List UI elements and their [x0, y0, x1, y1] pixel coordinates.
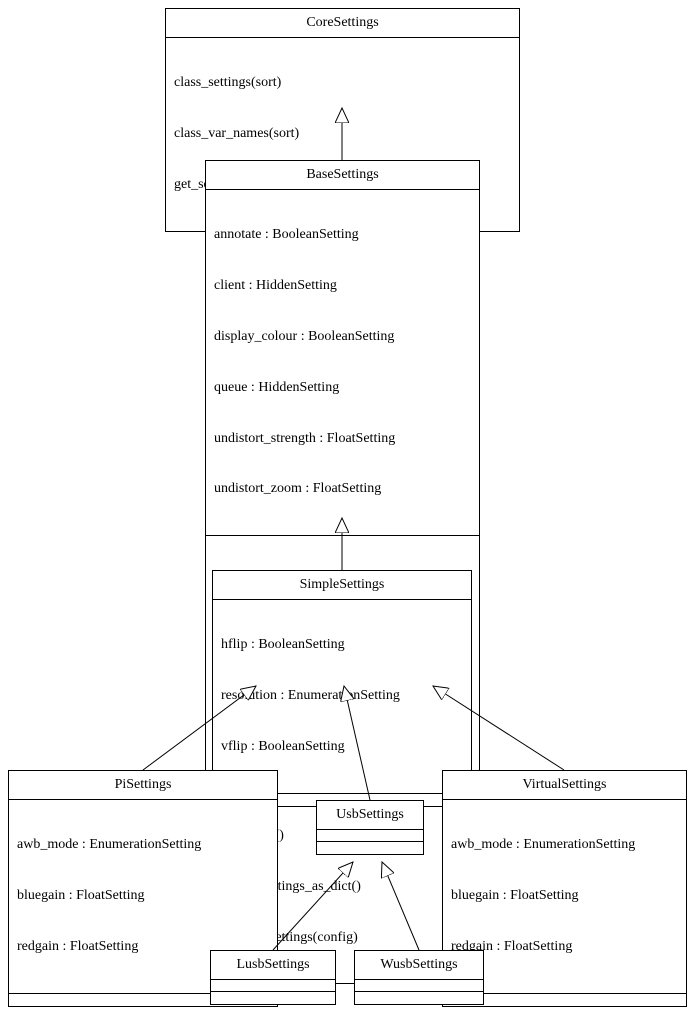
attribute: queue : HiddenSetting: [214, 379, 471, 398]
class-wusb-settings: WusbSettings: [354, 950, 484, 1005]
class-title: CoreSettings: [166, 9, 519, 38]
class-title: WusbSettings: [355, 951, 483, 980]
attribute: bluegain : FloatSetting: [451, 887, 678, 906]
class-attributes: [355, 980, 483, 992]
uml-diagram: CoreSettings class_settings(sort) class_…: [0, 0, 691, 1030]
class-attributes: annotate : BooleanSetting client : Hidde…: [206, 190, 479, 536]
attribute: awb_mode : EnumerationSetting: [451, 836, 678, 855]
class-attributes: [317, 830, 423, 842]
class-methods: [317, 842, 423, 854]
class-title: BaseSettings: [206, 161, 479, 190]
attribute: bluegain : FloatSetting: [17, 887, 269, 906]
class-title: UsbSettings: [317, 801, 423, 830]
attribute: hflip : BooleanSetting: [221, 636, 463, 655]
class-title: LusbSettings: [211, 951, 335, 980]
attribute: display_colour : BooleanSetting: [214, 328, 471, 347]
class-title: SimpleSettings: [213, 571, 471, 600]
attribute: awb_mode : EnumerationSetting: [17, 836, 269, 855]
attribute: undistort_strength : FloatSetting: [214, 430, 471, 449]
attribute: redgain : FloatSetting: [451, 938, 678, 957]
attribute: client : HiddenSetting: [214, 277, 471, 296]
attribute: resolution : EnumerationSetting: [221, 687, 463, 706]
class-attributes: hflip : BooleanSetting resolution : Enum…: [213, 600, 471, 794]
method: class_var_names(sort): [174, 125, 511, 144]
method: class_settings(sort): [174, 74, 511, 93]
class-title: PiSettings: [9, 771, 277, 800]
attribute: undistort_zoom : FloatSetting: [214, 480, 471, 499]
class-lusb-settings: LusbSettings: [210, 950, 336, 1005]
class-title: VirtualSettings: [443, 771, 686, 800]
class-methods: [355, 992, 483, 1004]
class-attributes: [211, 980, 335, 992]
attribute: vflip : BooleanSetting: [221, 738, 463, 757]
class-usb-settings: UsbSettings: [316, 800, 424, 855]
attribute: annotate : BooleanSetting: [214, 226, 471, 245]
class-methods: [211, 992, 335, 1004]
